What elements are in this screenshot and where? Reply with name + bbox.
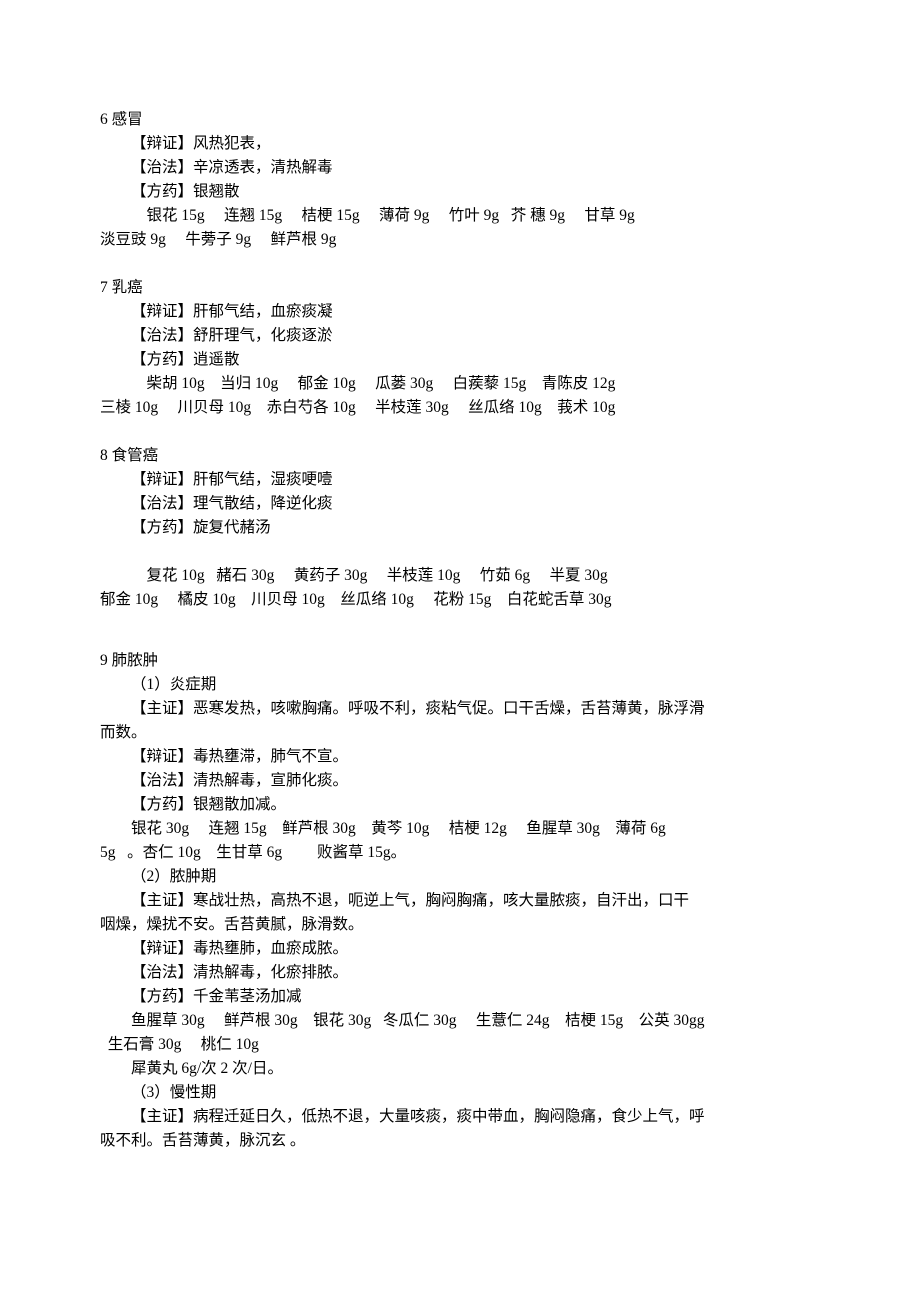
- section-9-phase1-zhifa: 【治法】清热解毒，宣肺化痰。: [100, 769, 820, 793]
- section-9-phase1-ing1: 银花 30g 连翘 15g 鲜芦根 30g 黄芩 10g 桔梗 12g 鱼腥草 …: [100, 817, 820, 841]
- section-8-title: 8 食管癌: [100, 444, 820, 468]
- section-8-zhifa: 【治法】理气散结，降逆化痰: [100, 492, 820, 516]
- section-8: 8 食管癌 【辩证】肝郁气结，湿痰哽噎 【治法】理气散结，降逆化痰 【方药】旋复…: [100, 444, 820, 612]
- section-6-title: 6 感冒: [100, 108, 820, 132]
- section-9-phase2-ing2: 生石膏 30g 桃仁 10g: [100, 1033, 820, 1057]
- section-9-phase2-ing1: 鱼腥草 30g 鲜芦根 30g 银花 30g 冬瓜仁 30g 生薏仁 24g 桔…: [100, 1009, 820, 1033]
- section-9-phase2-zhuzh: 【主证】寒战壮热，高热不退，呃逆上气，胸闷胸痛，咳大量脓痰，自汗出，口干: [100, 889, 820, 913]
- section-9-phase1-ing2: 5g 。杏仁 10g 生甘草 6g 败酱草 15g。: [100, 841, 820, 865]
- section-9-phase1-label: （1）炎症期: [100, 673, 820, 697]
- section-7-bianzh: 【辩证】肝郁气结，血瘀痰凝: [100, 300, 820, 324]
- section-8-ingredients-2: 郁金 10g 橘皮 10g 川贝母 10g 丝瓜络 10g 花粉 15g 白花蛇…: [100, 588, 820, 612]
- section-9-phase1-zhuzh-cont: 而数。: [100, 721, 820, 745]
- section-7: 7 乳癌 【辩证】肝郁气结，血瘀痰凝 【治法】舒肝理气，化痰逐淤 【方药】逍遥散…: [100, 276, 820, 420]
- section-9-phase1-zhuzh: 【主证】恶寒发热，咳嗽胸痛。呼吸不利，痰粘气促。口干舌燥，舌苔薄黄，脉浮滑: [100, 697, 820, 721]
- section-6-ingredients-1: 银花 15g 连翘 15g 桔梗 15g 薄荷 9g 竹叶 9g 芥 穗 9g …: [100, 204, 820, 228]
- section-6-zhifa: 【治法】辛凉透表，清热解毒: [100, 156, 820, 180]
- section-9-phase1-fangyao: 【方药】银翘散加减。: [100, 793, 820, 817]
- section-8-bianzh: 【辩证】肝郁气结，湿痰哽噎: [100, 468, 820, 492]
- section-7-fangyao: 【方药】逍遥散: [100, 348, 820, 372]
- section-7-zhifa: 【治法】舒肝理气，化痰逐淤: [100, 324, 820, 348]
- section-6-ingredients-2: 淡豆豉 9g 牛蒡子 9g 鲜芦根 9g: [100, 228, 820, 252]
- section-9-phase3-zhuzh-cont: 吸不利。舌苔薄黄，脉沉玄 。: [100, 1129, 820, 1153]
- section-9-phase2-label: （2）脓肿期: [100, 865, 820, 889]
- section-7-ingredients-2: 三棱 10g 川贝母 10g 赤白芍各 10g 半枝莲 30g 丝瓜络 10g …: [100, 396, 820, 420]
- section-7-ingredients-1: 柴胡 10g 当归 10g 郁金 10g 瓜蒌 30g 白蒺藜 15g 青陈皮 …: [100, 372, 820, 396]
- section-9-phase2-extra: 犀黄丸 6g/次 2 次/日。: [100, 1057, 820, 1081]
- section-8-fangyao: 【方药】旋复代赭汤: [100, 516, 820, 540]
- section-7-title: 7 乳癌: [100, 276, 820, 300]
- section-6-bianzh: 【辩证】风热犯表，: [100, 132, 820, 156]
- section-9-phase2-zhuzh-cont: 咽燥，燥扰不安。舌苔黄腻，脉滑数。: [100, 913, 820, 937]
- section-6-fangyao: 【方药】银翘散: [100, 180, 820, 204]
- section-8-ingredients-1: 复花 10g 赭石 30g 黄药子 30g 半枝莲 10g 竹茹 6g 半夏 3…: [100, 564, 820, 588]
- section-9: 9 肺脓肿 （1）炎症期 【主证】恶寒发热，咳嗽胸痛。呼吸不利，痰粘气促。口干舌…: [100, 649, 820, 1153]
- section-9-title: 9 肺脓肿: [100, 649, 820, 673]
- section-9-phase2-bianzh: 【辩证】毒热壅肺，血瘀成脓。: [100, 937, 820, 961]
- section-9-phase2-fangyao: 【方药】千金苇茎汤加减: [100, 985, 820, 1009]
- section-6: 6 感冒 【辩证】风热犯表， 【治法】辛凉透表，清热解毒 【方药】银翘散 银花 …: [100, 108, 820, 252]
- section-9-phase3-zhuzh: 【主证】病程迁延日久，低热不退，大量咳痰，痰中带血，胸闷隐痛，食少上气，呼: [100, 1105, 820, 1129]
- section-9-phase3-label: （3）慢性期: [100, 1081, 820, 1105]
- document-page: 6 感冒 【辩证】风热犯表， 【治法】辛凉透表，清热解毒 【方药】银翘散 银花 …: [0, 0, 920, 1213]
- section-9-phase2-zhifa: 【治法】清热解毒，化瘀排脓。: [100, 961, 820, 985]
- section-9-phase1-bianzh: 【辩证】毒热壅滞，肺气不宣。: [100, 745, 820, 769]
